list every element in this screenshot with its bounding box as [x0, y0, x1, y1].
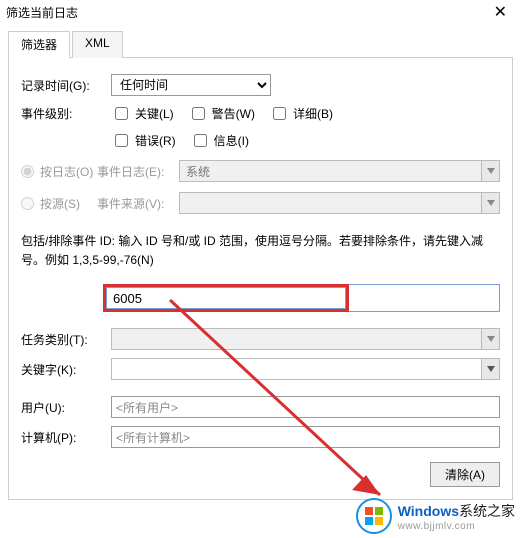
check-info-label: 信息(I): [214, 132, 249, 149]
event-id-help: 包括/排除事件 ID: 输入 ID 号和/或 ID 范围，使用逗号分隔。若要排除…: [21, 232, 500, 270]
chevron-down-icon: [481, 161, 499, 181]
check-info[interactable]: [194, 134, 207, 147]
watermark-brand-suffix: 系统之家: [459, 503, 515, 519]
radio-by-log-label: 按日志(O): [40, 163, 93, 180]
event-id-highlight: [103, 284, 349, 312]
watermark-brand-prefix: Windows: [398, 503, 459, 519]
check-critical[interactable]: [115, 107, 128, 120]
check-error[interactable]: [115, 134, 128, 147]
user-label: 用户(U):: [21, 399, 111, 416]
event-log-label: 事件日志(E):: [97, 163, 179, 180]
check-error-label: 错误(R): [135, 132, 176, 149]
event-log-value: 系统: [180, 163, 481, 180]
logged-label: 记录时间(G):: [21, 77, 111, 94]
chevron-down-icon[interactable]: [481, 359, 499, 379]
chevron-down-icon: [481, 193, 499, 213]
window-title: 筛选当前日志: [6, 4, 78, 21]
event-source-label: 事件来源(V):: [97, 195, 179, 212]
logged-select[interactable]: 任何时间: [111, 74, 271, 96]
windows-logo-icon: [356, 498, 392, 534]
keywords-dropdown[interactable]: [111, 358, 500, 380]
tab-xml[interactable]: XML: [72, 31, 123, 58]
radio-by-log: [21, 165, 34, 178]
check-warning-label: 警告(W): [212, 105, 255, 122]
computer-input[interactable]: [111, 426, 500, 448]
tab-filter[interactable]: 筛选器: [8, 31, 70, 58]
check-critical-label: 关键(L): [135, 105, 174, 122]
watermark-url: www.bjjmlv.com: [398, 521, 515, 532]
keywords-label: 关键字(K):: [21, 361, 111, 378]
radio-by-source-label: 按源(S): [40, 195, 80, 212]
level-label: 事件级别:: [21, 105, 111, 122]
check-verbose-label: 详细(B): [293, 105, 333, 122]
event-source-dropdown: [179, 192, 500, 214]
user-input[interactable]: [111, 396, 500, 418]
task-dropdown: [111, 328, 500, 350]
computer-label: 计算机(P):: [21, 429, 111, 446]
event-log-dropdown: 系统: [179, 160, 500, 182]
clear-button[interactable]: 清除(A): [430, 462, 500, 487]
radio-by-source: [21, 197, 34, 210]
tab-content: 记录时间(G): 任何时间 事件级别: 关键(L) 警告(W) 详细(B) 错误…: [8, 58, 513, 500]
task-label: 任务类别(T):: [21, 331, 111, 348]
event-id-input[interactable]: [106, 287, 346, 309]
close-icon[interactable]: ✕: [488, 2, 513, 22]
event-id-input-extra[interactable]: [349, 284, 500, 312]
chevron-down-icon: [481, 329, 499, 349]
watermark: Windows系统之家 www.bjjmlv.com: [356, 498, 515, 534]
tab-bar: 筛选器 XML: [8, 30, 513, 58]
check-warning[interactable]: [192, 107, 205, 120]
check-verbose[interactable]: [273, 107, 286, 120]
